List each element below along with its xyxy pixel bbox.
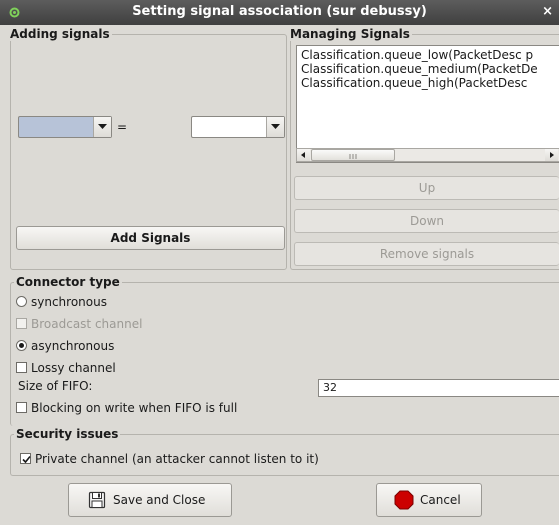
lossy-channel-label: Lossy channel (31, 361, 116, 375)
checkbox-icon (20, 453, 31, 464)
lossy-channel-checkbox[interactable]: Lossy channel (16, 360, 116, 377)
security-issues-legend: Security issues (14, 427, 121, 441)
grip-icon (349, 154, 357, 159)
blocking-on-write-checkbox[interactable]: Blocking on write when FIFO is full (16, 400, 237, 417)
scroll-right-button[interactable] (545, 149, 558, 161)
synchronous-label: synchronous (31, 295, 107, 309)
list-item[interactable]: Classification.queue_medium(PacketDe (297, 62, 559, 76)
checkmark-icon (22, 455, 31, 464)
add-signals-button[interactable]: Add Signals (16, 226, 285, 250)
title-bar: Setting signal association (sur debussy)… (0, 0, 559, 25)
arrow-left-icon (301, 152, 305, 158)
radio-on-icon (16, 340, 27, 351)
right-signal-combo[interactable] (191, 116, 285, 138)
asynchronous-label: asynchronous (31, 339, 115, 353)
scroll-thumb[interactable] (311, 149, 395, 161)
cancel-button[interactable]: Cancel (376, 483, 482, 517)
save-icon (88, 491, 106, 509)
chevron-down-icon (271, 124, 280, 129)
arrow-right-icon (550, 152, 554, 158)
asynchronous-radio[interactable]: asynchronous (16, 338, 114, 355)
fifo-size-label: Size of FIFO: (18, 379, 93, 393)
save-and-close-button[interactable]: Save and Close (68, 483, 232, 517)
save-and-close-label: Save and Close (113, 493, 206, 507)
right-combo-arrow[interactable] (266, 117, 284, 137)
scroll-left-button[interactable] (297, 149, 310, 161)
checkbox-icon (16, 362, 27, 373)
private-channel-checkbox[interactable]: Private channel (an attacker cannot list… (20, 451, 319, 468)
checkbox-icon (16, 318, 27, 329)
close-icon[interactable]: × (542, 4, 553, 19)
broadcast-channel-checkbox[interactable]: Broadcast channel (16, 316, 142, 333)
left-combo-arrow[interactable] (93, 117, 111, 137)
managed-signals-list[interactable]: Classification.queue_low(PacketDesc p Cl… (296, 45, 559, 163)
horizontal-scrollbar[interactable] (296, 148, 559, 162)
chevron-down-icon (98, 124, 107, 129)
connector-type-legend: Connector type (14, 275, 122, 289)
down-button[interactable]: Down (294, 209, 559, 233)
blocking-on-write-label: Blocking on write when FIFO is full (31, 401, 238, 415)
equals-sign: = (117, 120, 128, 134)
up-button[interactable]: Up (294, 176, 559, 200)
private-channel-label: Private channel (an attacker cannot list… (35, 452, 319, 466)
synchronous-radio[interactable]: synchronous (16, 294, 107, 311)
list-item[interactable]: Classification.queue_low(PacketDesc p (297, 48, 559, 62)
cancel-label: Cancel (420, 493, 461, 507)
window-title: Setting signal association (sur debussy) (132, 4, 427, 19)
stop-icon (394, 490, 414, 510)
list-item[interactable]: Classification.queue_high(PacketDesc (297, 76, 559, 90)
left-signal-combo[interactable] (18, 116, 112, 138)
broadcast-channel-label: Broadcast channel (31, 317, 143, 331)
fifo-size-field[interactable]: 32 (318, 379, 559, 397)
radio-off-icon (16, 296, 27, 307)
remove-signals-button[interactable]: Remove signals (294, 242, 559, 266)
adding-signals-legend: Adding signals (8, 27, 112, 41)
managing-signals-legend: Managing Signals (288, 27, 412, 41)
checkbox-icon (16, 402, 27, 413)
